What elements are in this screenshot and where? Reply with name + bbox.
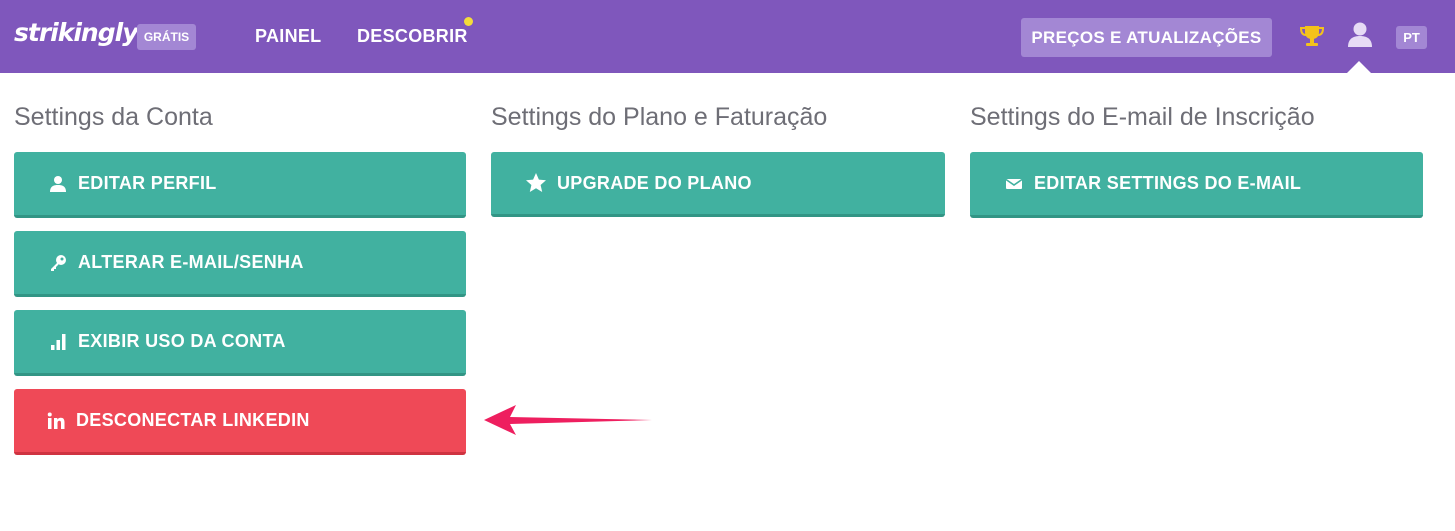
nav-descobrir-link[interactable]: DESCOBRIR — [357, 26, 468, 47]
trophy-icon[interactable] — [1299, 23, 1325, 49]
strikingly-logo[interactable]: strikingly — [14, 18, 138, 47]
plan-billing-settings-title: Settings do Plano e Faturação — [491, 103, 828, 131]
language-selector[interactable]: PT — [1396, 26, 1427, 49]
upgrade-plan-label: UPGRADE DO PLANO — [557, 172, 752, 193]
edit-profile-label: EDITAR PERFIL — [78, 173, 217, 193]
user-icon — [48, 174, 68, 194]
edit-profile-button[interactable]: EDITAR PERFIL — [14, 152, 466, 218]
edit-email-settings-button[interactable]: EDITAR SETTINGS DO E-MAIL — [970, 152, 1423, 218]
user-menu-caret — [1347, 61, 1371, 73]
email-subscription-settings-title: Settings do E-mail de Inscrição — [970, 103, 1315, 131]
envelope-icon — [1004, 174, 1024, 194]
disconnect-linkedin-label: DESCONECTAR LINKEDIN — [76, 410, 310, 430]
change-email-password-label: ALTERAR E-MAIL/SENHA — [78, 252, 304, 272]
account-usage-label: EXIBIR USO DA CONTA — [78, 331, 286, 351]
notification-dot — [464, 17, 473, 26]
linkedin-icon — [46, 411, 66, 431]
edit-email-settings-label: EDITAR SETTINGS DO E-MAIL — [1034, 173, 1302, 193]
annotation-arrow — [480, 400, 655, 440]
change-email-password-button[interactable]: ALTERAR E-MAIL/SENHA — [14, 231, 466, 297]
account-settings-title: Settings da Conta — [14, 103, 213, 131]
nav-painel-link[interactable]: PAINEL — [255, 26, 321, 47]
star-icon — [525, 172, 547, 194]
top-navbar: strikingly GRÁTIS PAINEL DESCOBRIR PREÇO… — [0, 0, 1455, 73]
disconnect-linkedin-button[interactable]: DESCONECTAR LINKEDIN — [14, 389, 466, 455]
upgrade-plan-button[interactable]: UPGRADE DO PLANO — [491, 152, 945, 217]
pricing-upgrades-button[interactable]: PREÇOS E ATUALIZAÇÕES — [1021, 18, 1272, 57]
bar-chart-icon — [48, 332, 68, 352]
key-icon — [48, 253, 68, 273]
account-usage-button[interactable]: EXIBIR USO DA CONTA — [14, 310, 466, 376]
user-icon[interactable] — [1347, 21, 1373, 49]
plan-badge: GRÁTIS — [137, 24, 196, 50]
